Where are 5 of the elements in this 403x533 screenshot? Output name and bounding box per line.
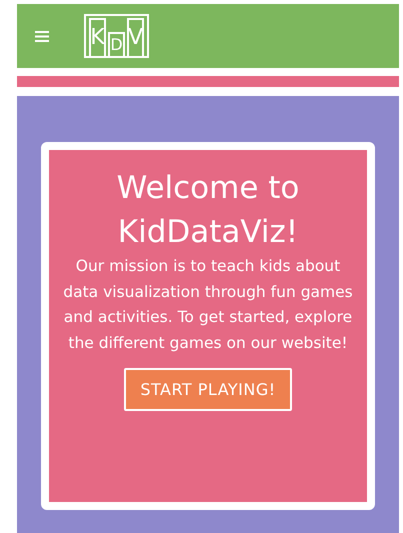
- logo[interactable]: K D V: [84, 14, 149, 58]
- mission-text: Our mission is to teach kids about data visualization through fun games and activities. To get started, explore the different games on our website!: [62, 256, 354, 354]
- welcome-title: Welcome to KidDataViz!: [116, 169, 300, 252]
- menu-icon[interactable]: [35, 30, 49, 42]
- start-playing-button[interactable]: START PLAYING!: [124, 368, 292, 411]
